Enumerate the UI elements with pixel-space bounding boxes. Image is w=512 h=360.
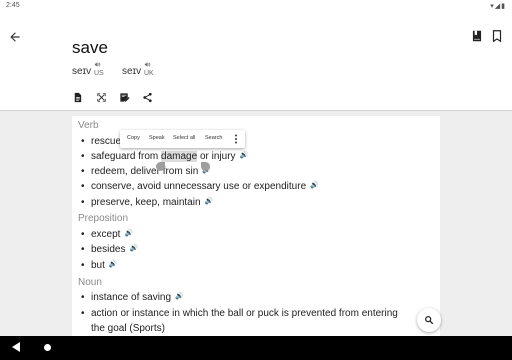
nav-home-icon[interactable]: [44, 344, 51, 351]
list-item[interactable]: • instance of saving 🔊: [81, 292, 184, 303]
definitions-card: Verb • rescue • safeguard from damage or i…: [72, 116, 440, 336]
system-nav-bar: [0, 336, 512, 360]
section-title-noun: Noun: [78, 277, 102, 288]
selection-handle-start[interactable]: [156, 162, 165, 171]
definition-text: rescue: [91, 136, 122, 147]
list-item[interactable]: • but 🔊: [81, 260, 118, 271]
definition-text: besides: [91, 244, 126, 255]
selection-handle-end[interactable]: [201, 162, 210, 171]
speaker-icon[interactable]: 🔊: [240, 152, 249, 159]
section-title-preposition: Preposition: [78, 213, 129, 224]
list-item[interactable]: • rescue: [81, 136, 121, 147]
list-item[interactable]: • conserve, avoid unnecessary use or expe…: [81, 181, 319, 192]
definition-text: redeem, deliver from sin: [91, 166, 199, 177]
speaker-icon[interactable]: 🔊: [129, 245, 138, 252]
fullscreen-icon[interactable]: [96, 92, 107, 103]
status-bar: 2:45 ▾◢▮: [0, 0, 512, 14]
search-fab[interactable]: [417, 308, 441, 332]
definition-text: safeguard from: [91, 151, 162, 162]
nav-back-icon[interactable]: [12, 342, 20, 352]
section-title-verb: Verb: [78, 120, 99, 131]
bookmark-outline-icon[interactable]: [490, 28, 504, 44]
status-icons: ▾◢▮: [490, 3, 506, 10]
pronunciation-region: US: [94, 70, 104, 77]
list-item[interactable]: •redeem, deliver from sin🔊: [81, 166, 211, 177]
speaker-icon[interactable]: [94, 61, 101, 68]
definition-text: instance of saving: [91, 292, 172, 303]
status-time: 2:45: [6, 2, 20, 9]
menu-item-speak[interactable]: Speak: [149, 135, 165, 141]
list-item[interactable]: • action or instance in which the ball or…: [81, 308, 398, 319]
word-header: save seɪv US seɪv UK: [0, 14, 512, 110]
edit-note-icon[interactable]: [119, 92, 130, 103]
menu-item-search[interactable]: Search: [205, 135, 222, 141]
definition-text: except: [91, 229, 121, 240]
definition-text: preserve, keep, maintain: [91, 197, 201, 208]
search-icon: [425, 316, 434, 325]
speaker-icon[interactable]: [144, 61, 151, 68]
pronunciation-us[interactable]: seɪv US: [72, 62, 104, 77]
definition-text: conserve, avoid unnecessary use or expen…: [91, 181, 307, 192]
speaker-icon[interactable]: 🔊: [175, 293, 184, 300]
speaker-icon[interactable]: 🔊: [109, 261, 118, 268]
headword: save: [72, 38, 108, 57]
bookmark-book-icon[interactable]: [470, 28, 484, 44]
selected-text[interactable]: damage: [161, 151, 198, 162]
definition-text: action or instance in which the ball or …: [91, 308, 398, 319]
pronunciation-uk[interactable]: seɪv UK: [122, 62, 154, 77]
list-item[interactable]: • besides 🔊: [81, 244, 138, 255]
document-icon[interactable]: [72, 92, 83, 103]
list-item[interactable]: • safeguard from damage or injury 🔊: [81, 151, 248, 162]
pronunciation-region: UK: [144, 70, 154, 77]
list-item-continuation: the goal (Sports): [91, 323, 165, 334]
text-selection-menu: Copy Speak Select all Search: [120, 130, 245, 148]
arrow-back-icon[interactable]: [8, 30, 22, 44]
definition-text: or injury: [197, 151, 236, 162]
speaker-icon[interactable]: 🔊: [124, 230, 133, 237]
share-icon[interactable]: [142, 92, 153, 103]
list-item[interactable]: • preserve, keep, maintain 🔊: [81, 197, 213, 208]
more-vert-icon[interactable]: [234, 134, 238, 144]
definition-text: but: [91, 260, 105, 271]
menu-item-copy[interactable]: Copy: [127, 135, 140, 141]
pronunciation-ipa: seɪv: [72, 66, 92, 77]
menu-item-select-all[interactable]: Select all: [173, 135, 195, 141]
speaker-icon[interactable]: 🔊: [205, 198, 214, 205]
pronunciation-ipa: seɪv: [122, 66, 142, 77]
list-item[interactable]: • except 🔊: [81, 229, 133, 240]
speaker-icon[interactable]: 🔊: [310, 182, 319, 189]
